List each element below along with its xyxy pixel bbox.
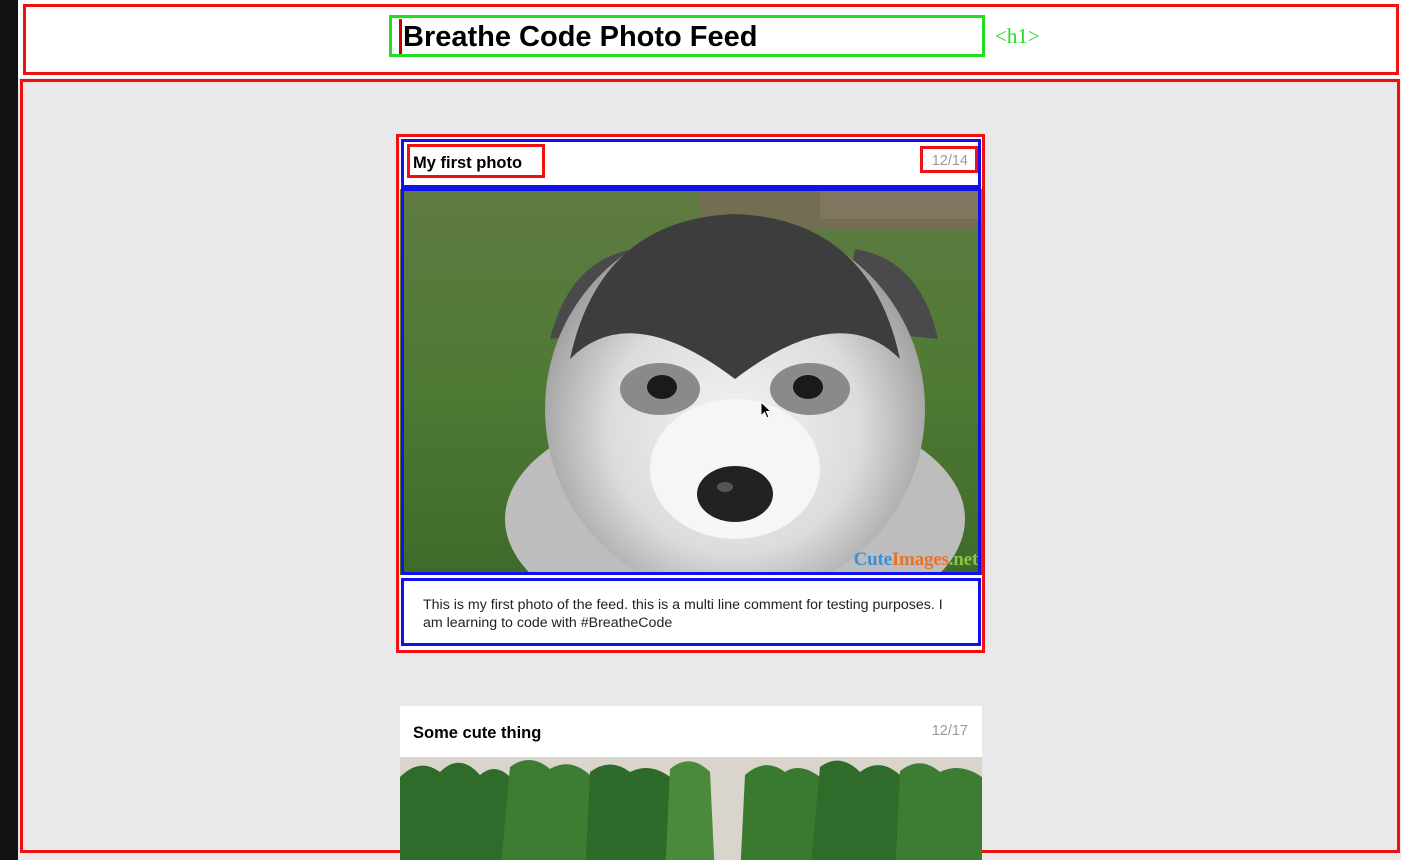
post-card: Some cute thing 12/17: [400, 706, 982, 860]
mouse-cursor-icon: [760, 401, 773, 419]
husky-puppy-photo: [400, 189, 982, 575]
post-photo[interactable]: CuteImages.net: [400, 189, 982, 575]
page: Breathe Code Photo Feed <h1> My first ph…: [18, 0, 1401, 860]
post-date: 12/14: [931, 153, 968, 169]
h1-tag-annotation: <h1>: [995, 24, 1040, 48]
green-trees-photo: [400, 757, 982, 860]
post-title: My first photo: [413, 154, 523, 172]
post-date: 12/17: [931, 723, 968, 739]
post-photo[interactable]: [400, 757, 982, 860]
photo-watermark: CuteImages.net: [853, 549, 979, 571]
post-card: My first photo 12/14 CuteImages.net This…: [400, 136, 982, 650]
post-caption: This is my first photo of the feed. this…: [423, 597, 943, 631]
page-title: Breathe Code Photo Feed: [399, 19, 758, 55]
post-header: Some cute thing 12/17: [400, 706, 982, 756]
watermark-part-1: Cute: [853, 549, 892, 570]
post-title: Some cute thing: [413, 724, 542, 742]
post-header: My first photo 12/14: [400, 136, 982, 186]
watermark-part-2: Images: [891, 549, 949, 570]
page-header: Breathe Code Photo Feed <h1>: [18, 0, 1401, 78]
watermark-part-3: .net: [948, 549, 978, 570]
